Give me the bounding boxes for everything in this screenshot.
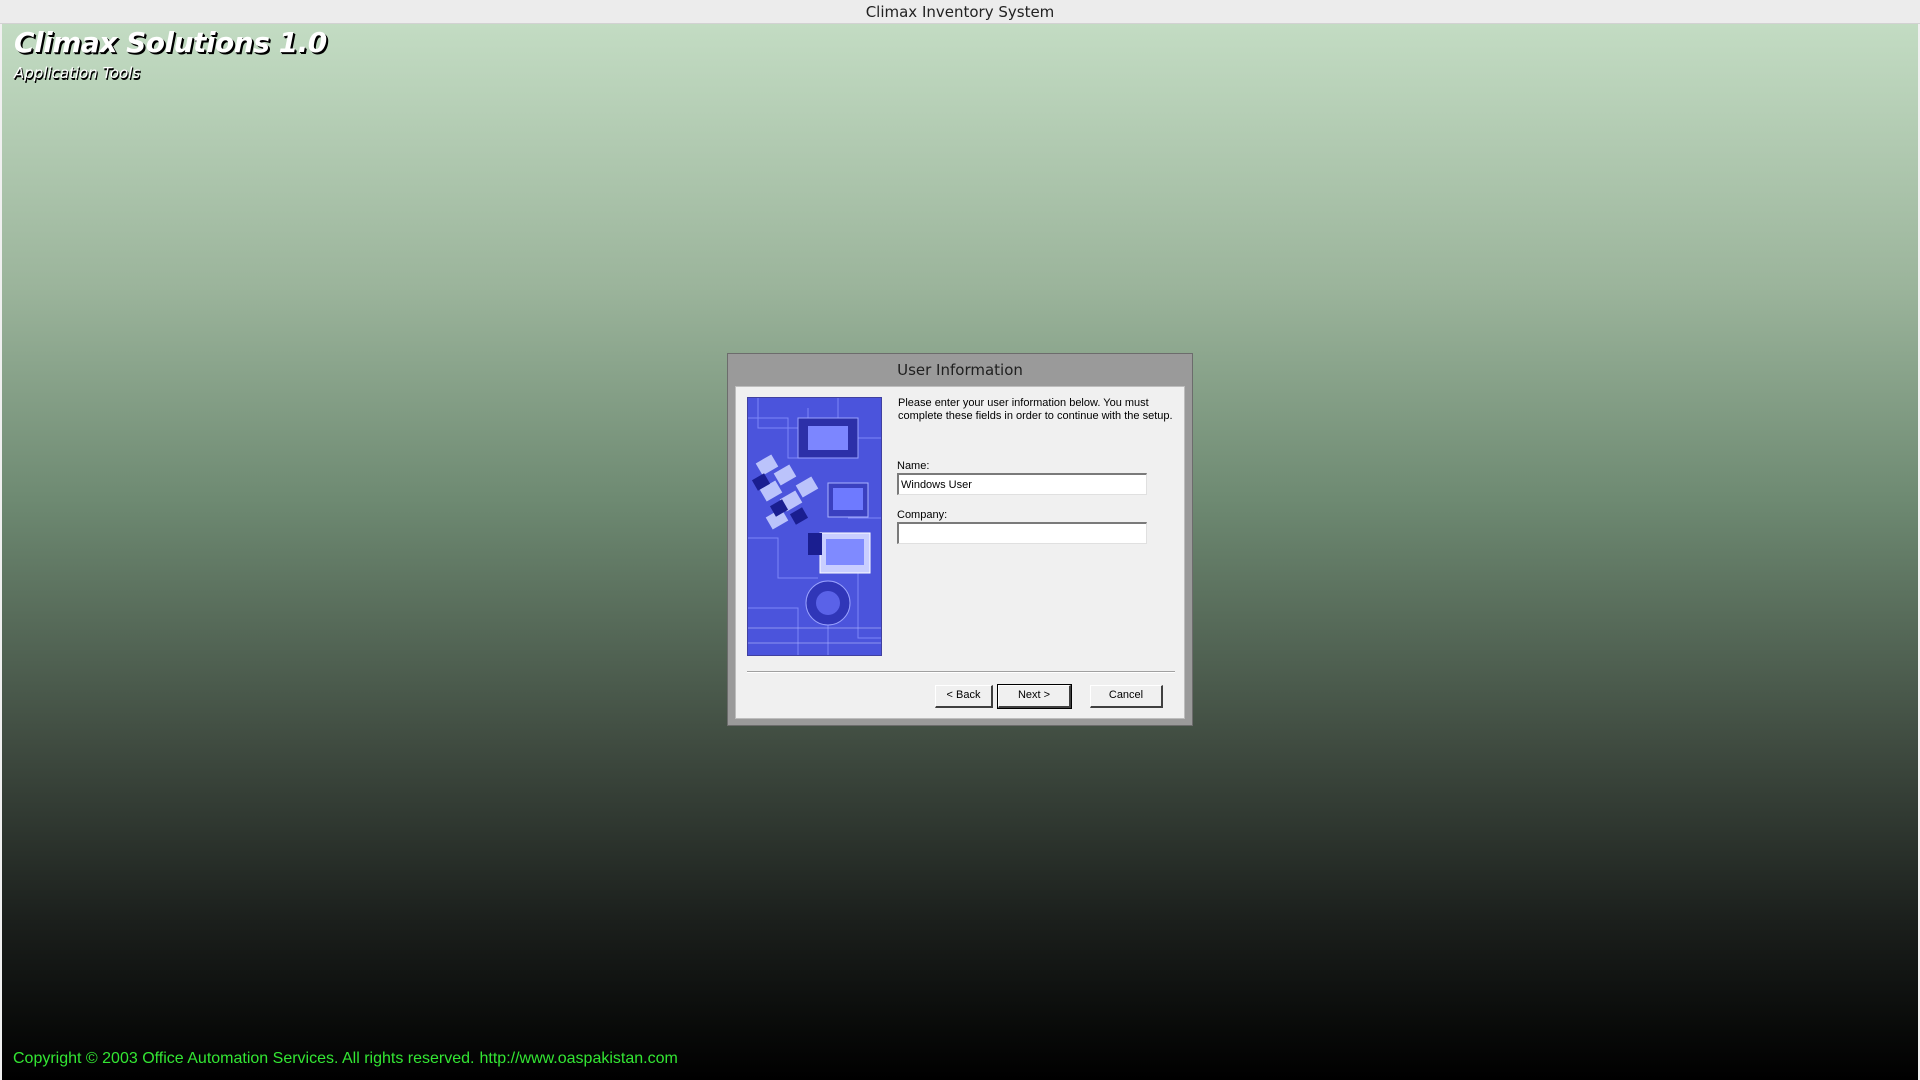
- window-title-bar: Climax Inventory System: [0, 0, 1920, 24]
- company-field[interactable]: [897, 522, 1147, 544]
- company-label: Company:: [897, 509, 948, 521]
- copyright-footer: Copyright © 2003 Office Automation Servi…: [13, 1050, 683, 1068]
- separator-line: [747, 671, 1175, 673]
- brand-subtitle: Application Tools: [14, 64, 141, 82]
- dialog-title: User Information: [897, 361, 1023, 379]
- copyright-text: Copyright © 2003 Office Automation Servi…: [13, 1050, 475, 1067]
- window-title: Climax Inventory System: [865, 3, 1055, 21]
- name-field[interactable]: [897, 473, 1147, 495]
- instruction-text: Please enter your user information below…: [898, 397, 1173, 422]
- website-link[interactable]: http://www.oaspakistan.com: [480, 1050, 678, 1067]
- setup-side-image: [747, 397, 882, 656]
- dialog-body: Please enter your user information below…: [735, 386, 1185, 719]
- name-label: Name:: [897, 460, 930, 472]
- user-information-dialog: User Information Please enter your user …: [727, 353, 1193, 726]
- back-button[interactable]: < Back: [935, 685, 993, 708]
- cancel-button[interactable]: Cancel: [1090, 685, 1163, 708]
- brand-title: Climax Solutions 1.0: [14, 26, 327, 59]
- next-button[interactable]: Next >: [997, 684, 1072, 709]
